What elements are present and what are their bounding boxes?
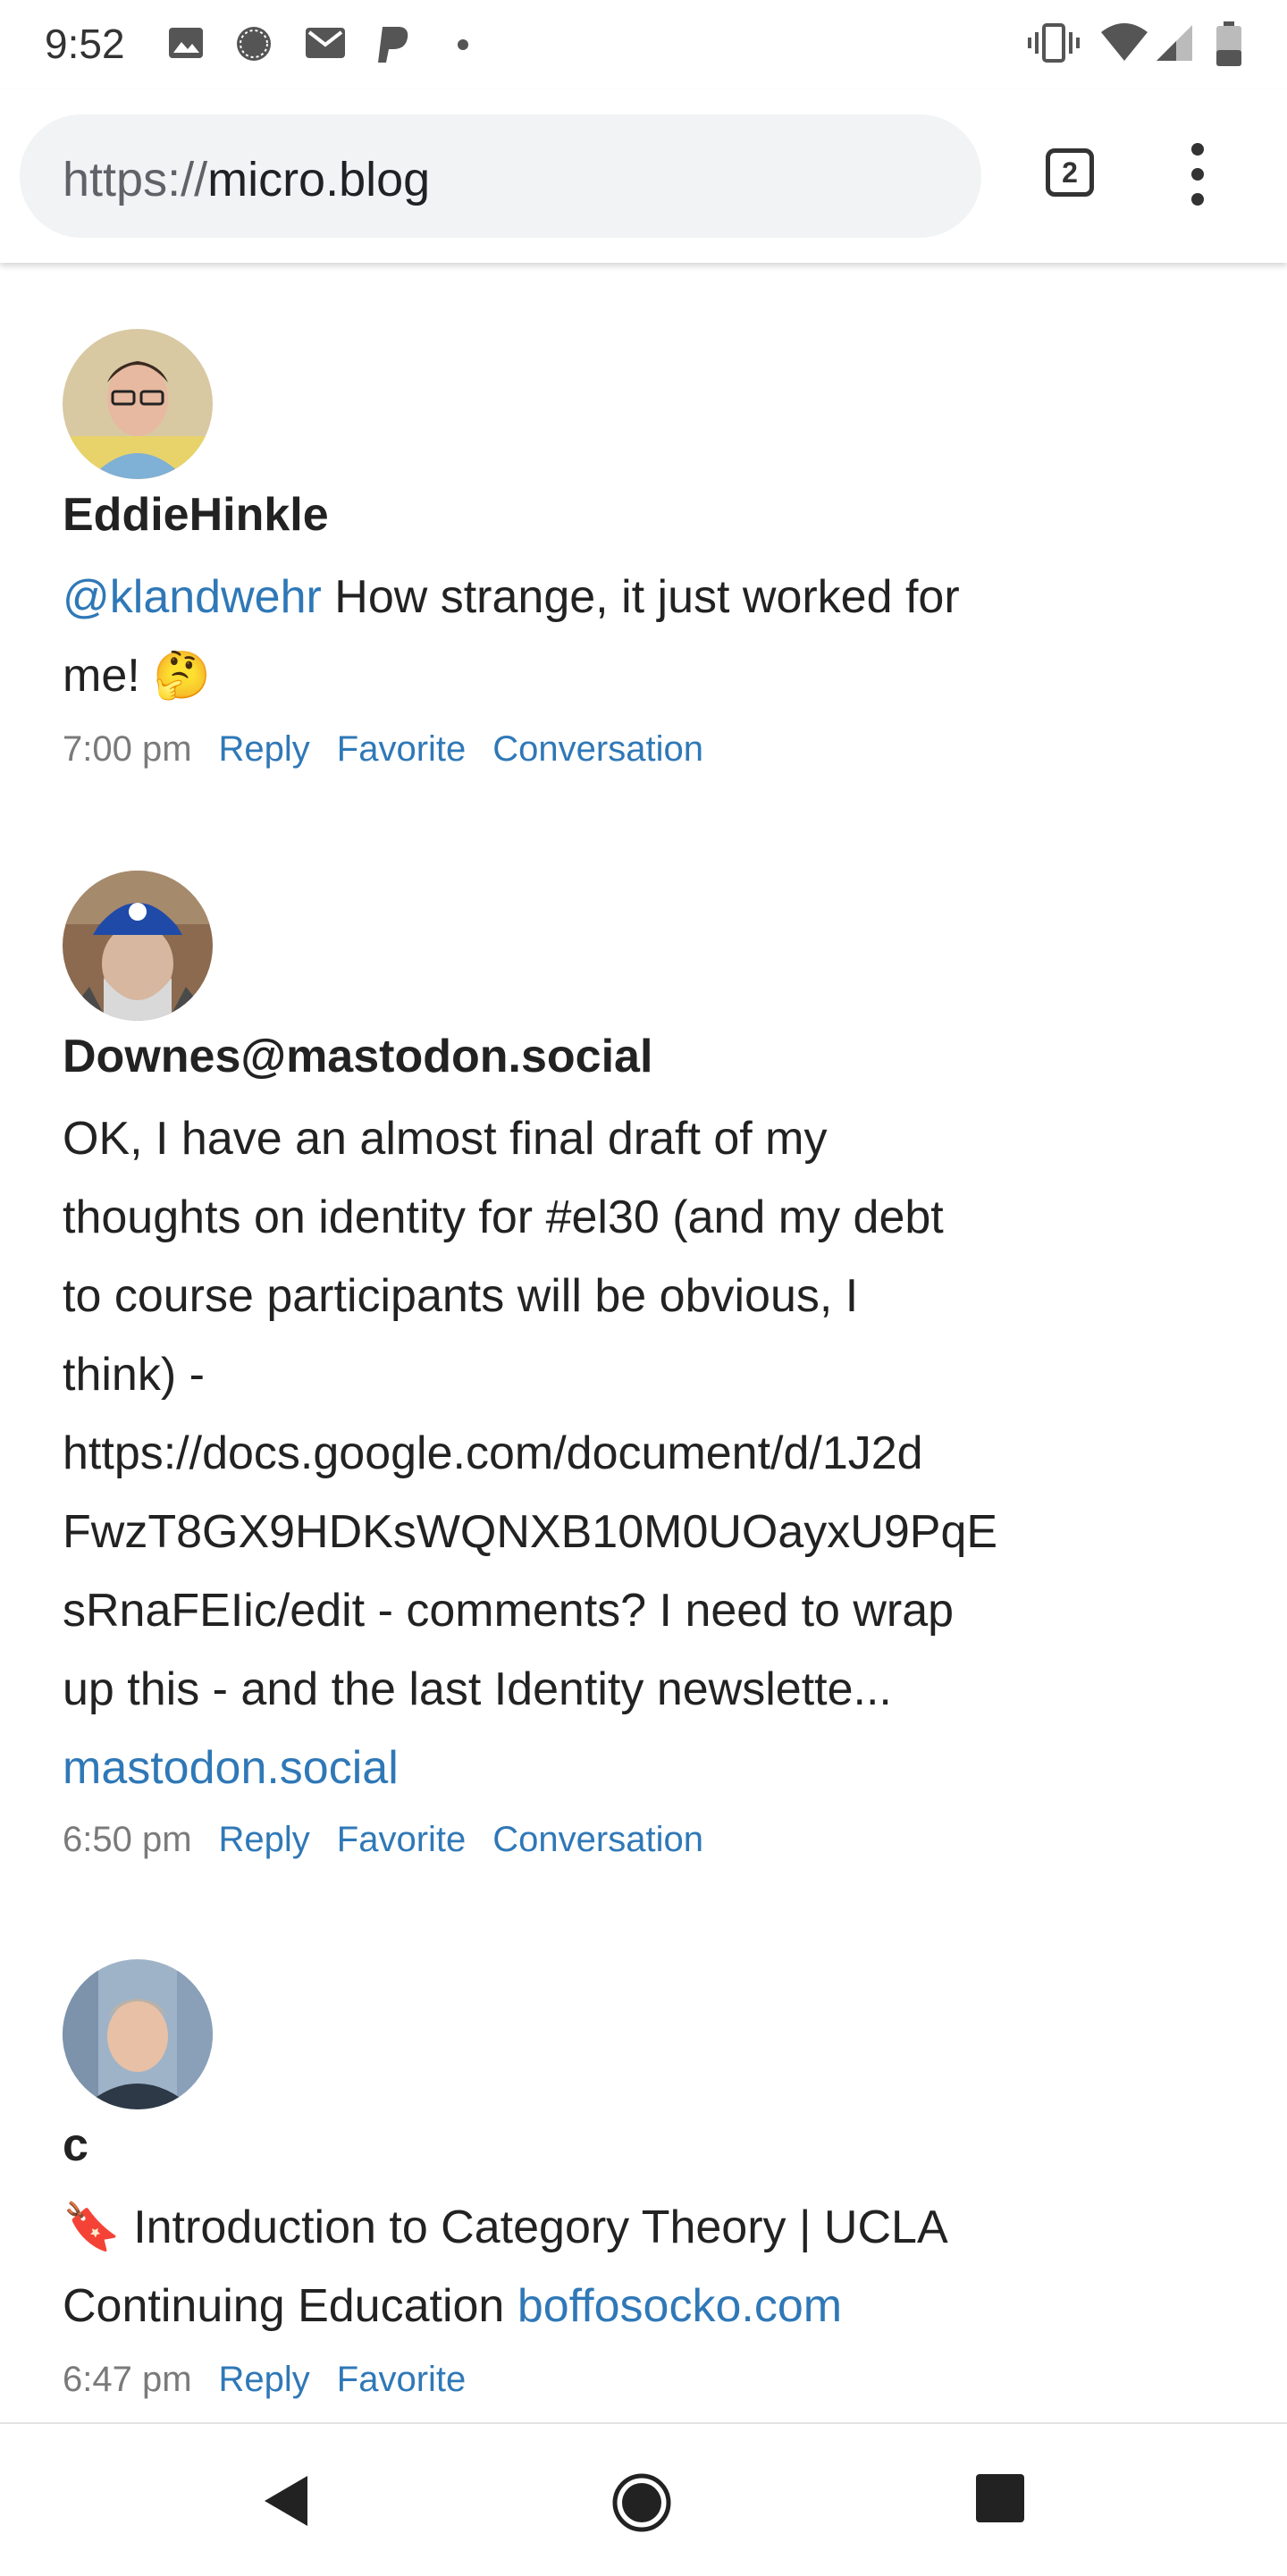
post-text: @klandwehr How strange, it just worked f…	[63, 558, 1064, 715]
avatar[interactable]	[63, 329, 213, 479]
post-author[interactable]: c	[63, 2118, 88, 2172]
post-text-line: How strange, it just worked for	[321, 571, 960, 623]
post-meta: 7:00 pm Reply Favorite Conversation	[63, 729, 730, 770]
url-text[interactable]: https://micro.blog	[63, 152, 430, 207]
avatar-photo	[63, 871, 213, 1021]
avatar[interactable]	[63, 871, 213, 1021]
post-timestamp[interactable]: 7:00 pm	[63, 729, 192, 769]
vibrate-icon	[1028, 23, 1080, 63]
tab-switcher-button[interactable]: 2	[1046, 148, 1094, 197]
post-text-line: me! 🤔	[63, 650, 211, 702]
favorite-button[interactable]: Favorite	[337, 2360, 467, 2399]
battery-icon	[1216, 21, 1241, 66]
status-bar: 9:52	[0, 0, 1287, 89]
reply-button[interactable]: Reply	[219, 1820, 310, 1859]
post-text: 🔖 Introduction to Category Theory | UCLA…	[63, 2188, 1064, 2345]
post-text-line: https://docs.google.com/document/d/1J2d	[63, 1427, 923, 1479]
source-link[interactable]: boffosocko.com	[517, 2280, 842, 2332]
signal-icon	[1157, 25, 1192, 61]
post-text-line: FwzT8GX9HDKsWQNXB10M0UOayxU9PqE	[63, 1506, 998, 1558]
url-field[interactable]: https://micro.blog	[20, 114, 981, 238]
url-scheme: https://	[63, 153, 208, 206]
post-text-line: thoughts on identity for #el30 (and my d…	[63, 1191, 944, 1243]
chat-bubble-icon	[237, 27, 271, 61]
post-timestamp[interactable]: 6:50 pm	[63, 1820, 192, 1859]
conversation-button[interactable]: Conversation	[492, 729, 703, 769]
back-icon[interactable]	[259, 2472, 313, 2530]
post-text-line: 🔖 Introduction to Category Theory | UCLA	[63, 2201, 948, 2253]
post-downes: Downes@mastodon.social OK, I have an alm…	[63, 871, 1055, 1872]
reply-button[interactable]: Reply	[219, 2360, 310, 2399]
avatar-photo	[63, 329, 213, 479]
source-link[interactable]: mastodon.social	[63, 1729, 1064, 1807]
post-text-line: sRnaFEIic/edit - comments? I need to wra…	[63, 1585, 955, 1637]
overflow-menu-icon[interactable]	[1189, 143, 1207, 206]
post-timestamp[interactable]: 6:47 pm	[63, 2360, 192, 2399]
browser-toolbar: https://micro.blog 2	[0, 89, 1287, 263]
paypal-icon	[378, 27, 408, 63]
url-host: micro.blog	[207, 153, 431, 206]
post-author[interactable]: EddieHinkle	[63, 488, 329, 542]
post-meta: 6:47 pm Reply Favorite	[63, 2360, 492, 2400]
conversation-button[interactable]: Conversation	[492, 1820, 703, 1859]
post-text: OK, I have an almost final draft of my t…	[63, 1099, 1064, 1807]
post-text-line: OK, I have an almost final draft of my	[63, 1113, 828, 1165]
system-nav-bar	[0, 2422, 1287, 2576]
mention-link[interactable]: @klandwehr	[63, 571, 322, 623]
favorite-button[interactable]: Favorite	[337, 729, 467, 769]
avatar-photo	[63, 1959, 213, 2109]
wifi-icon	[1101, 23, 1148, 61]
post-text-line: up this - and the last Identity newslett…	[63, 1663, 892, 1715]
image-icon	[169, 28, 203, 58]
post-c: c 🔖 Introduction to Category Theory | UC…	[63, 1959, 1055, 2406]
post-meta: 6:50 pm Reply Favorite Conversation	[63, 1820, 730, 1860]
post-text-line: think) -	[63, 1349, 205, 1401]
home-icon[interactable]	[611, 2472, 672, 2533]
dot-icon	[458, 39, 468, 50]
favorite-button[interactable]: Favorite	[337, 1820, 467, 1859]
post-text-line: to course participants will be obvious, …	[63, 1270, 859, 1322]
post-text-line: Continuing Education	[63, 2280, 517, 2332]
status-time: 9:52	[45, 21, 125, 67]
gmail-icon	[306, 28, 345, 58]
post-eddiehinkle: EddieHinkle @klandwehr How strange, it j…	[63, 329, 1055, 776]
reply-button[interactable]: Reply	[219, 729, 310, 769]
post-author[interactable]: Downes@mastodon.social	[63, 1030, 652, 1083]
avatar[interactable]	[63, 1959, 213, 2109]
recents-icon[interactable]	[974, 2472, 1026, 2524]
